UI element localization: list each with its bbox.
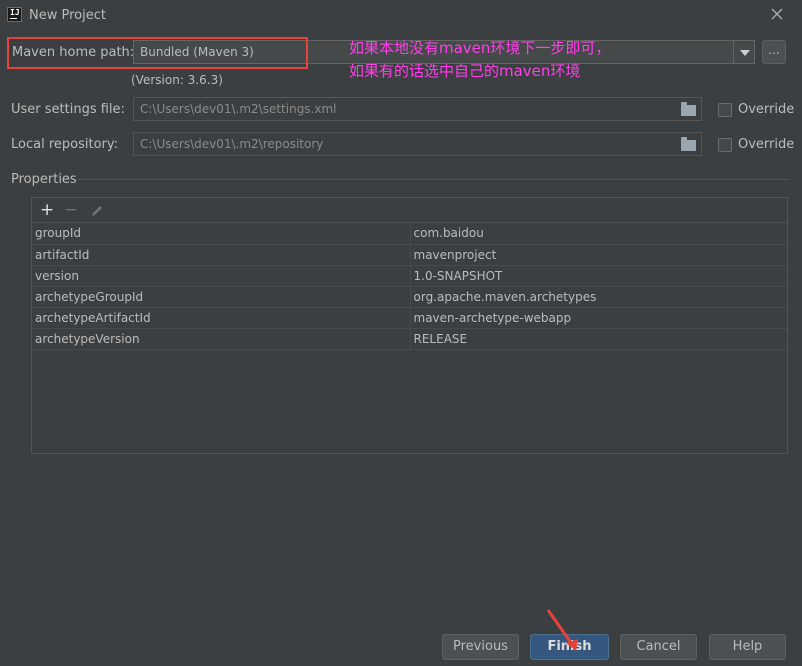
property-value[interactable]: org.apache.maven.archetypes: [410, 286, 787, 308]
edit-icon[interactable]: [90, 204, 104, 218]
chevron-down-icon[interactable]: [733, 40, 755, 64]
properties-table: groupId com.baidou artifactId mavenproject…: [32, 223, 787, 350]
close-icon[interactable]: [769, 6, 785, 24]
property-key[interactable]: artifactId: [32, 244, 411, 266]
user-settings-label: User settings file:: [11, 102, 125, 117]
local-repo-override-checkbox[interactable]: [718, 138, 732, 152]
local-repo-label: Local repository:: [11, 137, 118, 152]
user-settings-override-label: Override: [738, 102, 795, 117]
annotation-line-1: 如果本地没有maven环境下一步即可，: [349, 39, 611, 57]
property-value[interactable]: mavenproject: [410, 244, 787, 266]
table-row[interactable]: archetypeGroupId org.apache.maven.archety…: [32, 286, 787, 308]
arrow-annotation-icon: [546, 609, 578, 651]
properties-separator: [78, 179, 788, 180]
cancel-button[interactable]: Cancel: [620, 634, 697, 660]
window-title: New Project: [29, 8, 106, 23]
property-key[interactable]: archetypeVersion: [32, 328, 411, 350]
title-bar: IJ New Project: [0, 0, 802, 31]
folder-icon[interactable]: [681, 102, 696, 116]
property-value[interactable]: com.baidou: [410, 223, 787, 245]
add-icon[interactable]: +: [40, 199, 54, 221]
browse-button[interactable]: ...: [762, 40, 786, 64]
remove-icon[interactable]: −: [64, 199, 78, 221]
user-settings-override-checkbox[interactable]: [718, 103, 732, 117]
property-value[interactable]: 1.0-SNAPSHOT: [410, 265, 787, 287]
maven-version-label: (Version: 3.6.3): [131, 73, 223, 87]
local-repo-override-label: Override: [738, 137, 795, 152]
property-key[interactable]: groupId: [32, 223, 411, 245]
previous-button[interactable]: Previous: [442, 634, 519, 660]
properties-toolbar: + −: [32, 198, 787, 223]
user-settings-field[interactable]: C:\Users\dev01\.m2\settings.xml: [133, 97, 702, 121]
properties-label: Properties: [11, 172, 77, 187]
table-row[interactable]: archetypeArtifactId maven-archetype-webap…: [32, 307, 787, 329]
property-value[interactable]: RELEASE: [410, 328, 787, 350]
table-row[interactable]: archetypeVersion RELEASE: [32, 328, 787, 350]
folder-icon[interactable]: [681, 137, 696, 151]
annotation-line-2: 如果有的话选中自己的maven环境: [349, 62, 581, 80]
highlight-box: [7, 37, 308, 69]
local-repo-field[interactable]: C:\Users\dev01\.m2\repository: [133, 132, 702, 156]
intellij-app-icon: IJ: [7, 7, 22, 22]
table-row[interactable]: version 1.0-SNAPSHOT: [32, 265, 787, 287]
property-value[interactable]: maven-archetype-webapp: [410, 307, 787, 329]
table-row[interactable]: artifactId mavenproject: [32, 244, 787, 266]
property-key[interactable]: archetypeArtifactId: [32, 307, 411, 329]
table-row[interactable]: groupId com.baidou: [32, 223, 787, 245]
help-button[interactable]: Help: [709, 634, 786, 660]
property-key[interactable]: archetypeGroupId: [32, 286, 411, 308]
property-key[interactable]: version: [32, 265, 411, 287]
properties-panel: + − groupId com.baidou artifactId mavenpro…: [31, 197, 788, 454]
